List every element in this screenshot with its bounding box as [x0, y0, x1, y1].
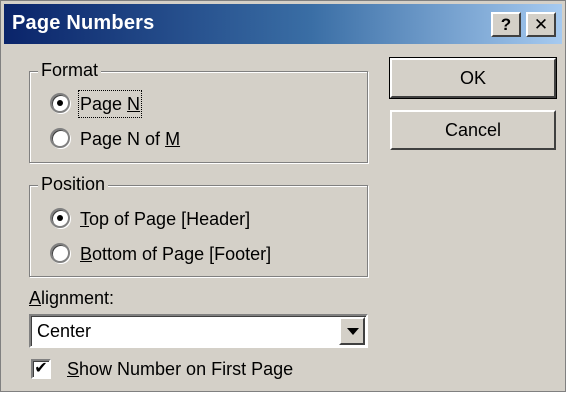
position-group: Position Top of Page [Header] Bottom of …	[29, 174, 368, 277]
page-numbers-dialog: Page Numbers ? ✕ Format Page N Page N of…	[0, 0, 566, 392]
position-legend: Position	[38, 174, 109, 195]
help-button[interactable]: ?	[491, 12, 521, 37]
alignment-value: Center	[37, 321, 92, 341]
show-number-first-page-label: Show Number on First Page	[67, 359, 294, 379]
format-option-label: Page N	[77, 90, 143, 118]
alignment-label: Alignment:	[29, 288, 115, 308]
alignment-dropdown-button[interactable]	[339, 317, 365, 345]
format-group: Format Page N Page N of M	[29, 60, 368, 163]
radio-selected-icon[interactable]	[50, 93, 70, 113]
position-option-label: Bottom of Page [Footer]	[80, 244, 272, 264]
chevron-down-icon	[347, 328, 359, 335]
title-bar[interactable]: Page Numbers ? ✕	[4, 4, 562, 44]
format-option-label: Page N of M	[80, 129, 181, 149]
alignment-select[interactable]: Center	[29, 314, 368, 348]
position-option-label: Top of Page [Header]	[80, 209, 251, 229]
checkbox-checked-icon[interactable]: ✔	[31, 359, 51, 379]
radio-selected-icon[interactable]	[50, 208, 70, 228]
cancel-button[interactable]: Cancel	[390, 110, 556, 150]
radio-unselected-icon[interactable]	[50, 128, 70, 148]
ok-button[interactable]: OK	[389, 57, 557, 99]
close-button[interactable]: ✕	[526, 12, 556, 37]
dialog-title: Page Numbers	[12, 12, 155, 34]
format-legend: Format	[38, 60, 102, 81]
radio-unselected-icon[interactable]	[50, 243, 70, 263]
close-icon: ✕	[533, 15, 549, 34]
